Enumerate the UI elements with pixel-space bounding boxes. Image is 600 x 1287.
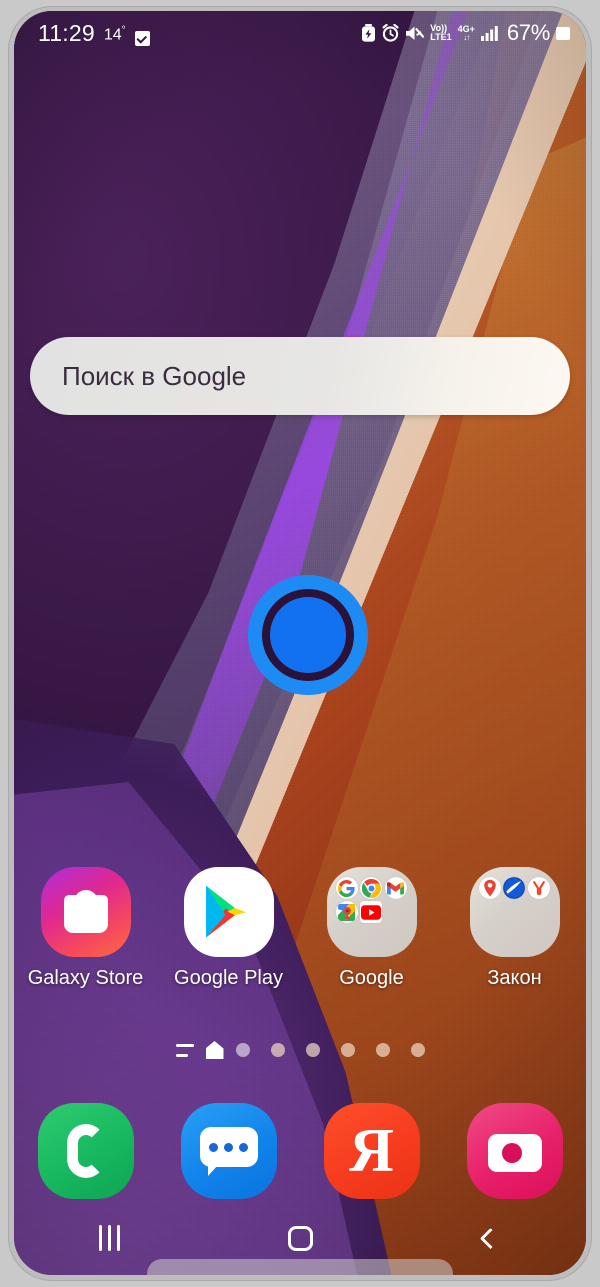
folder-preview [469, 867, 560, 957]
camera-squircle [466, 1103, 563, 1199]
gmail-icon [384, 877, 407, 899]
folder-google[interactable]: Google [300, 867, 443, 1007]
page-dot[interactable] [340, 1043, 355, 1057]
page-dot[interactable] [375, 1043, 390, 1057]
dock-item-camera[interactable] [443, 1097, 586, 1205]
blue-disc-icon [503, 877, 526, 899]
app-galaxy-store[interactable]: Galaxy Store [14, 867, 157, 1007]
alarm-icon [382, 24, 399, 42]
youtube-icon [360, 901, 383, 923]
folder-icon[interactable] [469, 867, 560, 957]
page-dot[interactable] [270, 1043, 285, 1057]
page-dot-current[interactable] [235, 1043, 250, 1057]
folder-icon[interactable] [326, 867, 417, 957]
battery-icon [556, 26, 570, 40]
google-maps-icon [335, 901, 358, 923]
bottom-sheet-handle[interactable] [147, 1259, 453, 1275]
folder-label: Google [339, 967, 404, 989]
camera-lens-icon [501, 1142, 522, 1163]
google-play-icon[interactable] [183, 867, 274, 957]
temperature: 14° [103, 25, 126, 44]
circle-widget-gap [262, 589, 354, 681]
circle-widget-center [270, 597, 346, 673]
dock-item-messages[interactable] [157, 1097, 300, 1205]
phone-screen: 11:29 14° Vo)) LTE1 4G+ ↓↑ 67% Поиск в G… [14, 11, 586, 1275]
app-label: Galaxy Store [27, 967, 144, 989]
yandex-icon[interactable]: Я [323, 1103, 420, 1199]
status-bar-left: 11:29 14° [38, 20, 150, 47]
google-play-squircle [183, 867, 274, 957]
app-google-play[interactable]: Google Play [157, 867, 300, 1007]
galaxy-store-squircle [40, 867, 131, 957]
nav-back-button[interactable] [395, 1227, 586, 1249]
search-input[interactable]: Поиск в Google [62, 361, 246, 392]
camera-icon[interactable] [466, 1103, 563, 1199]
play-triangle-icon [205, 885, 246, 938]
yandex-browser-icon [527, 877, 550, 899]
folder-label: Закон [487, 967, 542, 989]
page-dot[interactable] [305, 1043, 320, 1057]
phone-icon[interactable] [37, 1103, 134, 1199]
phone-squircle [37, 1103, 134, 1199]
chrome-icon [360, 877, 383, 899]
power-saving-icon [361, 24, 376, 42]
shopping-bag-icon [63, 894, 108, 933]
app-label: Google Play [174, 967, 283, 989]
dock: Я [14, 1097, 586, 1205]
network-type-indicator: 4G+ ↓↑ [457, 23, 475, 42]
blue-circle-widget[interactable] [248, 575, 368, 695]
dock-item-yandex[interactable]: Я [300, 1097, 443, 1205]
yandex-squircle: Я [323, 1103, 420, 1199]
checkbox-checked-icon [134, 31, 150, 46]
speech-bubble-icon [199, 1127, 258, 1177]
yandex-glyph: Я [349, 1117, 394, 1185]
nav-home-button[interactable] [205, 1225, 396, 1251]
signal-bars-icon [480, 25, 499, 41]
back-icon[interactable] [480, 1227, 502, 1249]
mute-icon [405, 25, 425, 42]
status-bar-right: Vo)) LTE1 4G+ ↓↑ 67% [361, 20, 570, 46]
page-indicator[interactable] [14, 1043, 586, 1057]
galaxy-store-icon[interactable] [40, 867, 131, 957]
phone-device: 11:29 14° Vo)) LTE1 4G+ ↓↑ 67% Поиск в G… [0, 0, 600, 1287]
google-icon [335, 877, 358, 899]
handset-icon [66, 1124, 105, 1178]
clock: 11:29 [38, 19, 95, 46]
home-app-row: Galaxy Store Google Play Google Закон [14, 867, 586, 1007]
status-bar[interactable]: 11:29 14° Vo)) LTE1 4G+ ↓↑ 67% [14, 11, 586, 55]
page-dot[interactable] [410, 1043, 425, 1057]
home-icon[interactable] [287, 1225, 313, 1251]
folder-preview [326, 867, 417, 957]
nav-recents-button[interactable] [14, 1225, 205, 1251]
recents-icon[interactable] [98, 1225, 120, 1251]
battery-percent: 67% [506, 20, 550, 45]
volte-indicator: Vo)) LTE1 [430, 23, 452, 42]
google-search-bar[interactable]: Поиск в Google [30, 337, 570, 415]
app-list-lines-icon[interactable] [175, 1043, 194, 1057]
folder-zakon[interactable]: Закон [443, 867, 586, 1007]
maps-pin-icon [478, 877, 501, 899]
messages-squircle [180, 1103, 277, 1199]
dock-item-phone[interactable] [14, 1097, 157, 1205]
messages-icon[interactable] [180, 1103, 277, 1199]
